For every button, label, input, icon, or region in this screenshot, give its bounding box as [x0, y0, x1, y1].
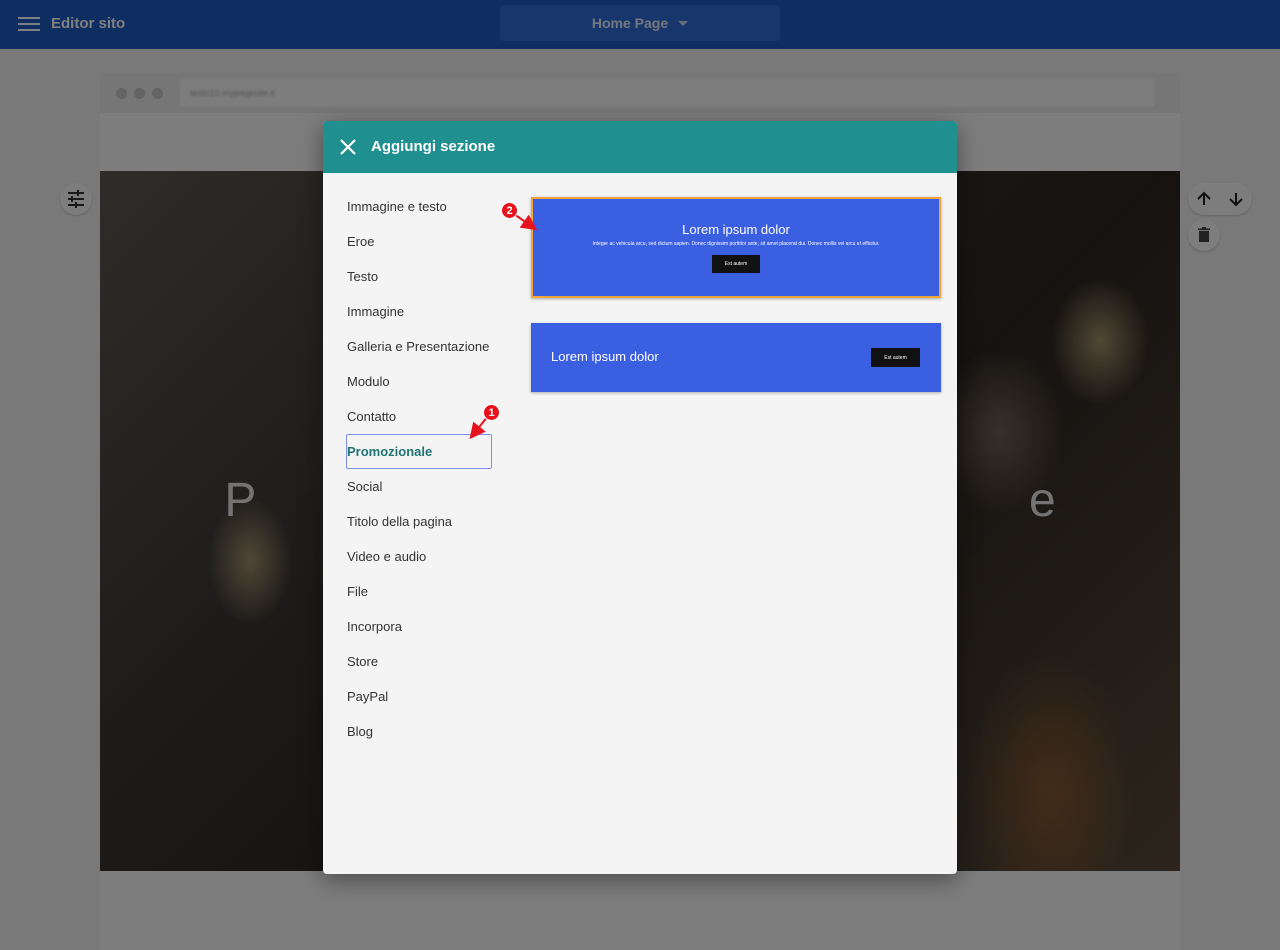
- category-store[interactable]: Store: [347, 644, 493, 679]
- category-blog[interactable]: Blog: [347, 714, 493, 749]
- template-text: Integer ac vehicula arcu, sed dictum sap…: [592, 241, 880, 247]
- promo-template-centered[interactable]: Lorem ipsum dolor Integer ac vehicula ar…: [531, 197, 941, 298]
- template-title: Lorem ipsum dolor: [682, 222, 790, 237]
- template-button: Est autem: [871, 348, 920, 367]
- promo-template-inline[interactable]: Lorem ipsum dolor Est autem: [531, 323, 941, 392]
- selection-outline: [346, 434, 492, 469]
- template-title: Lorem ipsum dolor: [551, 349, 659, 364]
- category-contatto[interactable]: Contatto: [347, 399, 493, 434]
- category-paypal[interactable]: PayPal: [347, 679, 493, 714]
- section-category-list: Immagine e testo Eroe Testo Immagine Gal…: [346, 189, 493, 749]
- category-immagine[interactable]: Immagine: [347, 294, 493, 329]
- category-testo[interactable]: Testo: [347, 259, 493, 294]
- category-file[interactable]: File: [347, 574, 493, 609]
- dialog-header: Aggiungi sezione: [323, 121, 957, 173]
- category-titolo-pagina[interactable]: Titolo della pagina: [347, 504, 493, 539]
- category-immagine-e-testo[interactable]: Immagine e testo: [347, 189, 493, 224]
- category-social[interactable]: Social: [347, 469, 493, 504]
- category-galleria[interactable]: Galleria e Presentazione: [347, 329, 493, 364]
- category-incorpora[interactable]: Incorpora: [347, 609, 493, 644]
- close-button[interactable]: [337, 136, 359, 158]
- add-section-dialog: Aggiungi sezione Immagine e testo Eroe T…: [323, 121, 957, 874]
- category-eroe[interactable]: Eroe: [347, 224, 493, 259]
- annotation-marker-2: 2: [501, 202, 518, 219]
- close-icon: [340, 139, 356, 155]
- category-promozionale[interactable]: Promozionale: [346, 434, 493, 469]
- category-modulo[interactable]: Modulo: [347, 364, 493, 399]
- category-video-audio[interactable]: Video e audio: [347, 539, 493, 574]
- annotation-marker-1: 1: [483, 404, 500, 421]
- dialog-title: Aggiungi sezione: [371, 138, 496, 155]
- template-button: Est autem: [712, 255, 760, 273]
